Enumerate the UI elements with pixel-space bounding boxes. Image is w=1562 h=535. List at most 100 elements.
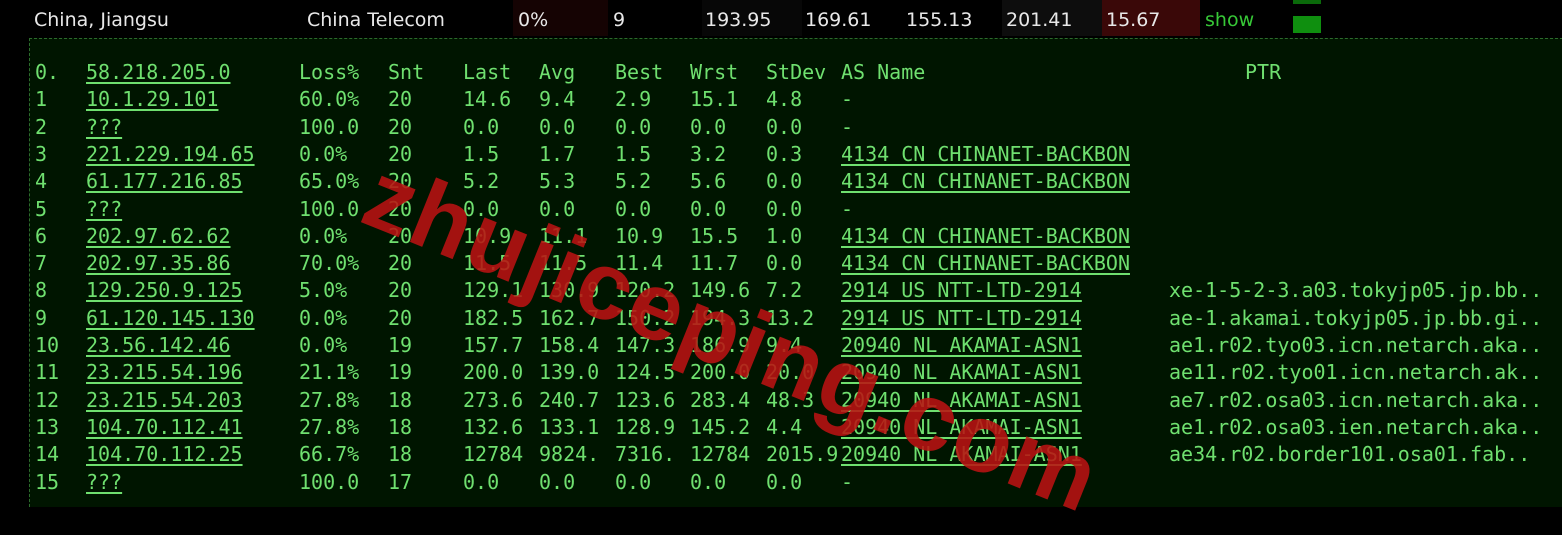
loss-cell: 0.0% <box>299 141 348 166</box>
last-cell: 0.0 <box>463 114 500 139</box>
as-name-link[interactable]: 20940 NL AKAMAI-ASN1 <box>841 441 1082 468</box>
sparkline-icon[interactable] <box>1293 0 1321 33</box>
summary-worst: 201.41 <box>1006 9 1073 31</box>
host-link[interactable]: 10.1.29.101 <box>86 86 218 113</box>
summary-last: 193.95 <box>705 9 772 31</box>
hop-number: 1 <box>35 87 48 112</box>
snt-cell: 18 <box>388 387 413 412</box>
wrst-cell: 200.0 <box>690 360 751 385</box>
best-cell: 7316. <box>615 442 676 467</box>
summary-best: 155.13 <box>906 9 973 31</box>
host-link[interactable]: 202.97.35.86 <box>86 250 231 277</box>
best-cell: 150.2 <box>615 305 676 330</box>
stdev-cell: 48.3 <box>766 387 815 412</box>
avg-cell: 139.0 <box>539 360 600 385</box>
hop-number: 11 <box>35 360 60 385</box>
hop-number: 2 <box>35 114 48 139</box>
best-cell: 5.2 <box>615 169 652 194</box>
ptr-cell: ae1.r02.osa03.ien.netarch.aka.. <box>1169 414 1543 439</box>
hop-number: 14 <box>35 442 60 467</box>
as-name-link[interactable]: 4134 CN CHINANET-BACKBON <box>841 168 1130 195</box>
stdev-cell: 13.2 <box>766 305 815 330</box>
host-link[interactable]: 221.229.194.65 <box>86 141 255 168</box>
as-name-link[interactable]: 2914 US NTT-LTD-2914 <box>841 277 1082 304</box>
host-link[interactable]: 202.97.62.62 <box>86 223 231 250</box>
as-name-link: - <box>841 196 854 221</box>
col-loss-header: Loss% <box>299 60 360 84</box>
snt-cell: 20 <box>388 305 413 330</box>
as-name-link[interactable]: 4134 CN CHINANET-BACKBON <box>841 250 1130 277</box>
avg-cell: 11.5 <box>539 251 588 276</box>
best-cell: 120.2 <box>615 278 676 303</box>
wrst-cell: 15.5 <box>690 223 739 248</box>
as-name-link[interactable]: 20940 NL AKAMAI-ASN1 <box>841 387 1082 414</box>
location: China, Jiangsu <box>34 9 169 31</box>
col-wrst-header: Wrst <box>690 60 739 84</box>
ptr-cell: ae7.r02.osa03.icn.netarch.aka.. <box>1169 387 1543 412</box>
show-link[interactable]: show <box>1205 0 1254 38</box>
loss-cell: 0.0% <box>299 305 348 330</box>
best-cell: 128.9 <box>615 414 676 439</box>
as-name-link[interactable]: 20940 NL AKAMAI-ASN1 <box>841 332 1082 359</box>
loss-cell: 27.8% <box>299 414 360 439</box>
host-link[interactable]: 104.70.112.25 <box>86 441 243 468</box>
ptr-cell: ae-1.akamai.tokyjp05.jp.bb.gi.. <box>1169 305 1543 330</box>
avg-cell: 162.7 <box>539 305 600 330</box>
snt-cell: 18 <box>388 442 413 467</box>
host-link[interactable]: ??? <box>86 469 122 496</box>
snt-cell: 19 <box>388 333 413 357</box>
as-name-link[interactable]: 4134 CN CHINANET-BACKBON <box>841 141 1130 168</box>
snt-cell: 20 <box>388 169 413 194</box>
host-link[interactable]: 61.177.216.85 <box>86 168 243 195</box>
summary-avg: 169.61 <box>805 9 872 31</box>
stdev-cell: 0.0 <box>766 251 803 276</box>
host-link[interactable]: ??? <box>86 196 122 223</box>
wrst-cell: 283.4 <box>690 387 751 412</box>
avg-cell: 240.7 <box>539 387 600 412</box>
snt-cell: 20 <box>388 251 413 276</box>
as-name-link[interactable]: 20940 NL AKAMAI-ASN1 <box>841 359 1082 386</box>
host-link[interactable]: 104.70.112.41 <box>86 414 243 441</box>
target-host-link[interactable]: 58.218.205.0 <box>86 59 231 86</box>
hop-number: 7 <box>35 251 48 276</box>
host-link[interactable]: 23.215.54.203 <box>86 387 243 414</box>
hop-number: 9 <box>35 305 48 330</box>
wrst-cell: 3.2 <box>690 141 727 166</box>
best-cell: 0.0 <box>615 114 652 139</box>
ptr-cell: ae34.r02.border101.osa01.fab.. <box>1169 442 1531 467</box>
loss-cell: 100.0 <box>299 469 360 494</box>
col-stdev-header: StDev <box>766 60 827 84</box>
hop-index: 0. <box>35 60 60 84</box>
best-cell: 11.4 <box>615 251 664 276</box>
wrst-cell: 194.3 <box>690 305 751 330</box>
summary-loss: 0% <box>518 9 549 31</box>
host-link[interactable]: ??? <box>86 114 122 141</box>
wrst-cell: 145.2 <box>690 414 751 439</box>
hop-number: 15 <box>35 469 60 494</box>
as-name-link[interactable]: 2914 US NTT-LTD-2914 <box>841 305 1082 332</box>
best-cell: 2.9 <box>615 87 652 112</box>
hop-number: 12 <box>35 387 60 412</box>
as-name-link[interactable]: 20940 NL AKAMAI-ASN1 <box>841 414 1082 441</box>
last-cell: 11.5 <box>463 251 512 276</box>
snt-cell: 20 <box>388 114 413 139</box>
stdev-cell: 9.4 <box>766 333 803 357</box>
hop-number: 4 <box>35 169 48 194</box>
best-cell: 147.3 <box>615 333 676 357</box>
last-cell: 0.0 <box>463 469 500 494</box>
ptr-cell: ae1.r02.tyo03.icn.netarch.aka.. <box>1169 333 1543 357</box>
last-cell: 0.0 <box>463 196 500 221</box>
loss-cell: 21.1% <box>299 360 360 385</box>
host-link[interactable]: 129.250.9.125 <box>86 277 243 304</box>
stdev-cell: 0.0 <box>766 196 803 221</box>
host-link[interactable]: 23.215.54.196 <box>86 359 243 386</box>
snt-cell: 20 <box>388 87 413 112</box>
summary-sent: 9 <box>613 9 626 31</box>
loss-cell: 0.0% <box>299 333 348 357</box>
wrst-cell: 0.0 <box>690 469 727 494</box>
host-link[interactable]: 23.56.142.46 <box>86 332 231 359</box>
host-link[interactable]: 61.120.145.130 <box>86 305 255 332</box>
avg-cell: 0.0 <box>539 196 576 221</box>
as-name-link[interactable]: 4134 CN CHINANET-BACKBON <box>841 223 1130 250</box>
hop-number: 3 <box>35 141 48 166</box>
